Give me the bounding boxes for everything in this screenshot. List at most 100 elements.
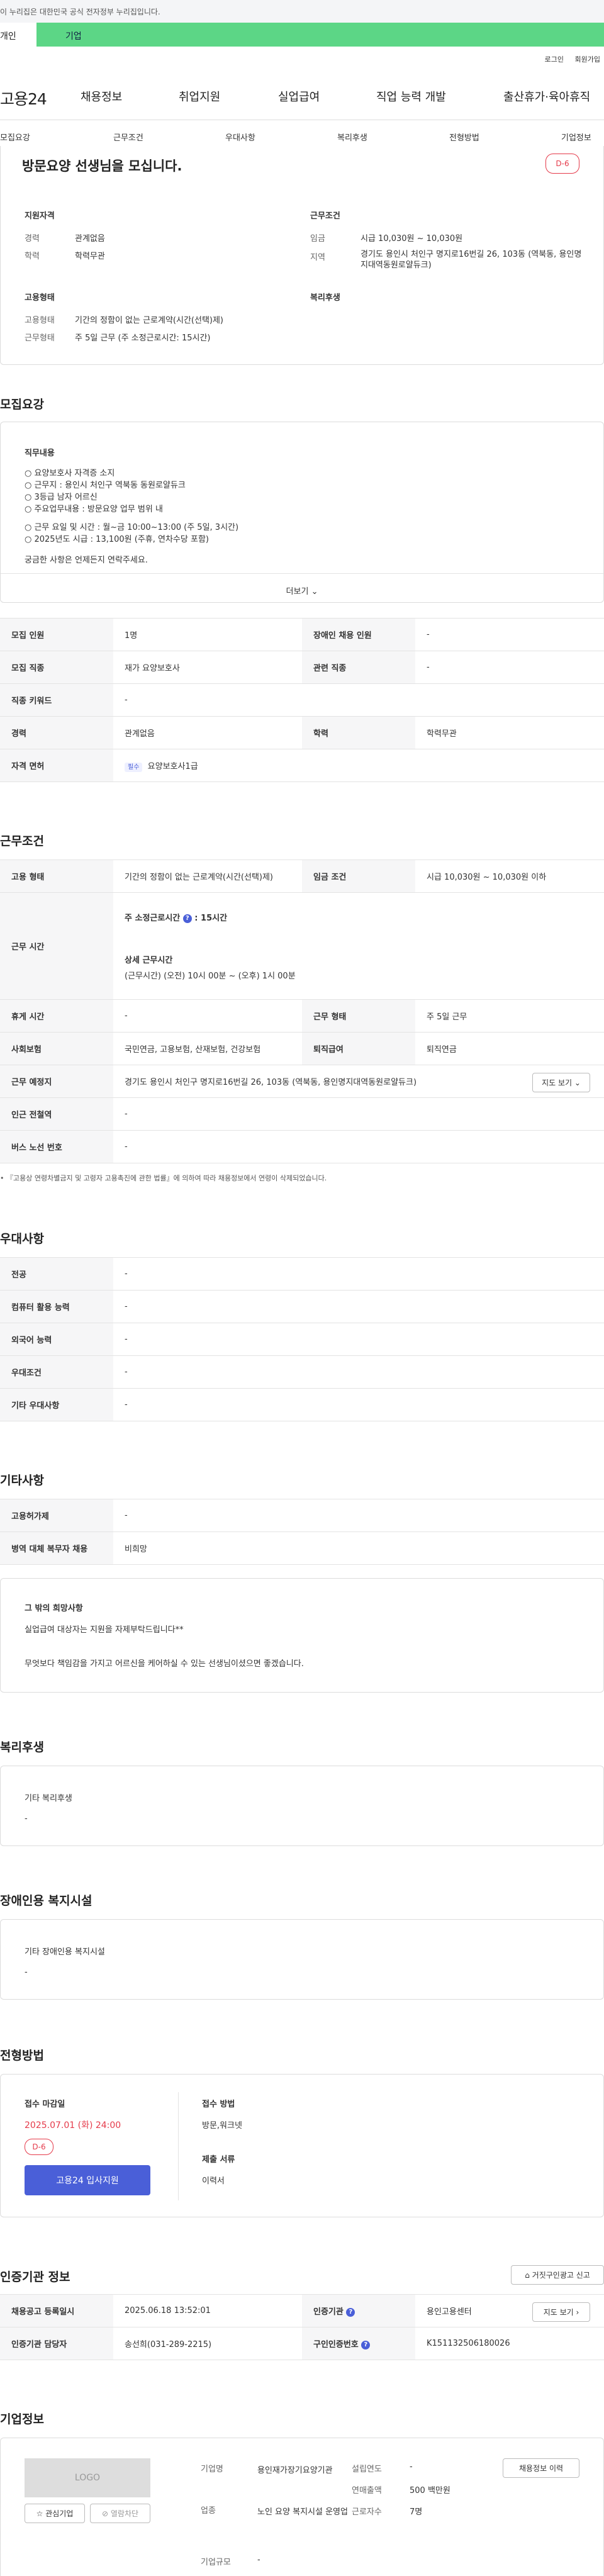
duty-line: ○ 주요업무내용 : 방문요양 업무 범위 내	[25, 505, 163, 514]
dday-badge: D-6	[545, 154, 579, 174]
employment-title: 고용형태	[25, 293, 55, 303]
table-row: 근무 예정지 경기도 용인시 처인구 명지로16번길 26, 103동 (역북동…	[0, 1065, 604, 1098]
subnav-item[interactable]: 기업정보	[561, 131, 591, 143]
table-key: 근무 형태	[302, 999, 415, 1033]
chevron-right-icon: ›	[576, 2308, 579, 2317]
disabled-item-value: -	[25, 1968, 28, 1977]
table-row: 직종 키워드 -	[0, 683, 604, 717]
table-key: 우대조건	[0, 1355, 113, 1389]
company-key: 기업명	[201, 2465, 223, 2474]
question-icon[interactable]: ?	[346, 2307, 355, 2317]
subnav-item[interactable]: 우대사항	[225, 131, 255, 143]
wish-line: 무엇보다 책임감을 가지고 어르신을 케어하실 수 있는 선생님이셨으면 좋겠습…	[25, 1659, 304, 1669]
table-key: 외국어 능력	[0, 1323, 113, 1356]
table-key: 병역 대체 복무자 채용	[0, 1532, 113, 1565]
agency-name: 용인고용센터	[427, 2307, 472, 2317]
table-key: 학력	[302, 716, 415, 749]
summary-value: 관계없음	[75, 234, 105, 244]
user-type-tabs: 개인 기업	[0, 23, 604, 47]
duty-line	[25, 515, 238, 522]
recruit-table: 모집 인원 1명 장애인 채용 인원 - 모집 직종 재가 요양보호사 관련 직…	[0, 618, 604, 782]
table-row: 인증기관 담당자 송선희(031-289-2215) 구인인증번호 ? K151…	[0, 2327, 604, 2360]
summary-card: 방문요양 선생님을 모십니다. D-6 지원자격 경력 관계없음 학력 학력무관…	[0, 146, 604, 365]
summary-value: 경기도 용인시 처인구 명지로16번길 26, 103동 (역북동, 용인명지대…	[361, 250, 582, 270]
map-button[interactable]: 지도 보기 ⌄	[532, 1073, 590, 1092]
detail-hours-value: (근무시간) (오전) 10시 00분 ~ (오후) 1시 00분	[125, 972, 296, 981]
site-logo[interactable]: 고용24	[0, 87, 47, 109]
agency-table: 채용공고 등록일시 2025.06.18 13:52:01 인증기관 ? 용인고…	[0, 2294, 604, 2360]
subnav-item[interactable]: 복리후생	[337, 131, 367, 143]
section-heading-process: 전형방법	[0, 2049, 44, 2063]
gnb-item[interactable]: 실업급여	[278, 88, 320, 104]
table-row: 휴게 시간 - 근무 형태 주 5일 근무	[0, 999, 604, 1033]
summary-key: 임금	[310, 234, 325, 244]
table-row: 사회보험 국민연금, 고용보험, 산재보험, 건강보험 퇴직급여 퇴직연금	[0, 1032, 604, 1065]
company-value: -	[257, 2555, 260, 2565]
table-row: 모집 직종 재가 요양보호사 관련 직종 -	[0, 651, 604, 684]
table-row: 기타 우대사항 -	[0, 1388, 604, 1421]
duty-list: ○ 요양보호사 자격증 소지 ○ 근무지 : 용인시 처인구 역북동 동원로얄듀…	[25, 468, 238, 566]
house-icon: ⌂	[525, 2271, 530, 2280]
company-card: LOGO ☆ 관심기업 ⊘ 열람차단 기업명 용인재가장기요양기관 업종 노인 …	[0, 2438, 604, 2576]
company-key: 근로자수	[352, 2507, 382, 2517]
subnav-item[interactable]: 근무조건	[113, 131, 143, 143]
table-value: -	[113, 1097, 604, 1131]
tab-personal[interactable]: 개인	[0, 23, 36, 47]
method-value: 방문,워크넷	[202, 2121, 242, 2131]
table-row: 전공 -	[0, 1257, 604, 1291]
prefer-table: 전공 - 컴퓨터 활용 능력 - 외국어 능력 - 우대조건 - 기타 우대사항 -	[0, 1257, 604, 1421]
question-icon[interactable]: ?	[361, 2340, 371, 2349]
divider	[178, 2092, 179, 2200]
table-row: 외국어 능력 -	[0, 1323, 604, 1356]
gnb-item[interactable]: 직업 능력 개발	[376, 88, 446, 104]
gov-banner: 이 누리집은 대한민국 공식 전자정부 누리집입니다.	[0, 0, 604, 23]
block-company-button[interactable]: ⊘ 열람차단	[90, 2504, 150, 2523]
report-fake-ad-button[interactable]: ⌂ 거짓구인광고 신고	[511, 2265, 604, 2285]
login-link[interactable]: 로그인	[545, 55, 564, 64]
gnb-item[interactable]: 취업지원	[179, 88, 220, 104]
join-link[interactable]: 회원가입	[575, 55, 600, 64]
duty-line: ○ 2025년도 시급 : 13,100원 (주휴, 연차수당 포함)	[25, 535, 209, 544]
table-value: 기간의 정함이 없는 근로계약(시간(선택)제)	[113, 860, 302, 893]
table-key: 경력	[0, 716, 113, 749]
summary-value: 학력무관	[75, 252, 105, 261]
docs-title: 제출 서류	[202, 2155, 235, 2164]
company-value: 500 백만원	[410, 2486, 450, 2495]
company-logo: LOGO	[25, 2458, 150, 2497]
welfare-item-value: -	[25, 1814, 28, 1823]
duty-card: 직무내용 ○ 요양보호사 자격증 소지 ○ 근무지 : 용인시 처인구 역북동 …	[0, 422, 604, 603]
tab-company[interactable]: 기업	[36, 23, 604, 47]
etc-table: 고용허가제 - 병역 대체 복무자 채용 비희망	[0, 1499, 604, 1565]
table-key: 기타 우대사항	[0, 1388, 113, 1421]
table-key: 인증기관 ?	[302, 2294, 415, 2327]
table-key: 고용허가제	[0, 1499, 113, 1532]
gnb-item[interactable]: 출산휴가·육아휴직	[503, 88, 590, 104]
star-icon: ☆	[36, 2509, 43, 2518]
gnb-item[interactable]: 채용정보	[81, 88, 122, 104]
more-button[interactable]: 더보기 ⌄	[1, 585, 603, 596]
table-row: 병역 대체 복무자 채용 비희망	[0, 1532, 604, 1565]
util-links: 로그인 회원가입	[536, 54, 600, 64]
qualification-title: 지원자격	[25, 211, 55, 221]
table-value: -	[113, 1130, 604, 1163]
table-value: -	[113, 1290, 604, 1323]
summary-value: 기간의 정함이 없는 근로계약(시간(선택)제)	[75, 316, 224, 325]
table-value: 용인고용센터 지도 보기 ›	[415, 2294, 604, 2327]
license-value: 요양보호사1급	[147, 762, 198, 771]
divider	[1, 573, 603, 574]
table-row: 근무 시간 주 소정근로시간 ? : 15시간 상세 근무시간 (근무시간) (…	[0, 892, 604, 1000]
table-key: 인증기관 담당자	[0, 2327, 113, 2360]
favorite-company-button[interactable]: ☆ 관심기업	[25, 2504, 85, 2523]
question-icon[interactable]: ?	[182, 914, 192, 923]
table-value: 재가 요양보호사	[113, 651, 302, 684]
summary-value: 주 5일 근무 (주 소정근로시간: 15시간)	[75, 333, 211, 343]
agency-map-button[interactable]: 지도 보기 ›	[532, 2302, 590, 2322]
hiring-history-button[interactable]: 채용정보 이력	[503, 2458, 579, 2478]
subnav-item[interactable]: 전형방법	[449, 131, 479, 143]
apply-button[interactable]: 고용24 입사지원	[25, 2165, 150, 2195]
docs-value: 이력서	[202, 2176, 225, 2186]
summary-key: 지역	[310, 253, 325, 262]
subnav-item[interactable]: 모집요강	[0, 131, 30, 143]
company-value: 용인재가장기요양기관	[257, 2466, 333, 2475]
table-row: 경력 관계없음 학력 학력무관	[0, 716, 604, 749]
